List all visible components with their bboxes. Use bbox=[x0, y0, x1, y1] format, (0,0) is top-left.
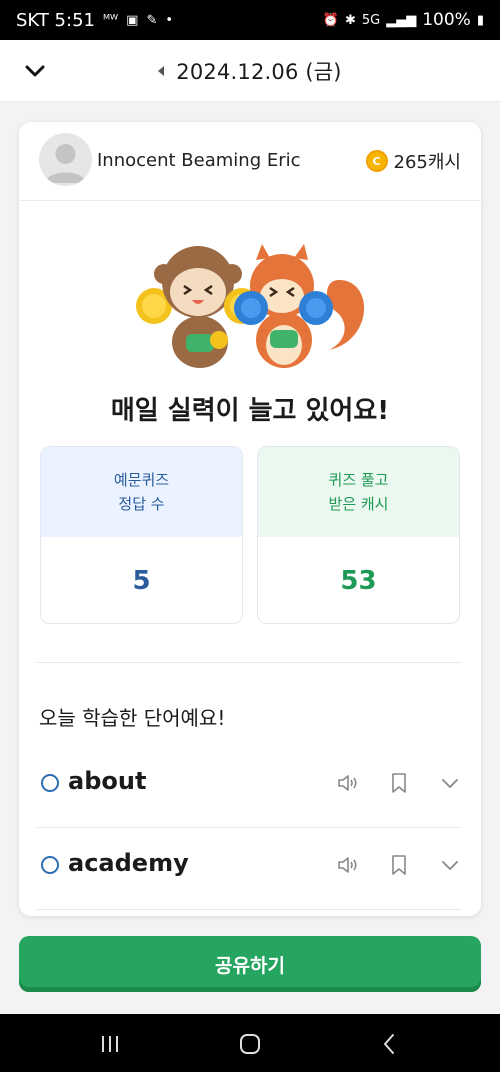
recents-icon[interactable] bbox=[97, 1031, 123, 1057]
section-title: 오늘 학습한 단어예요! bbox=[39, 706, 226, 730]
squirrel-mascot-icon bbox=[234, 244, 365, 368]
bluetooth-icon: ✱ bbox=[344, 12, 356, 28]
section-divider bbox=[37, 662, 461, 663]
alarm-icon: ⏰ bbox=[322, 12, 339, 28]
home-icon[interactable] bbox=[237, 1031, 263, 1057]
bookmark-icon[interactable] bbox=[387, 853, 411, 877]
speaker-icon[interactable] bbox=[336, 853, 360, 877]
stat-label-line1: 예문퀴즈 bbox=[113, 471, 170, 489]
stat-value: 53 bbox=[340, 566, 377, 596]
back-icon[interactable] bbox=[377, 1031, 403, 1057]
stat-label: 퀴즈 풀고 받은 캐시 bbox=[258, 447, 459, 537]
5g-icon: 5G bbox=[361, 12, 381, 28]
chevron-down-icon[interactable] bbox=[438, 771, 462, 795]
headline: 매일 실력이 늘고 있어요! bbox=[110, 396, 390, 426]
battery-icon: ▮ bbox=[476, 12, 484, 28]
result-card: Innocent Beaming Eric C 265캐시 매일 실력이 늘고 … bbox=[19, 122, 481, 916]
word-label: academy bbox=[68, 849, 189, 877]
list-item[interactable]: academy bbox=[19, 827, 481, 909]
cash-balance: C 265캐시 bbox=[365, 148, 461, 174]
circle-status-icon bbox=[41, 856, 59, 874]
battery-text: 100% bbox=[422, 10, 471, 30]
quiz-correct-stat: 예문퀴즈 정답 수 5 bbox=[40, 446, 243, 624]
coin-icon: C bbox=[365, 150, 388, 172]
stat-label: 예문퀴즈 정답 수 bbox=[41, 447, 242, 537]
avatar bbox=[39, 133, 92, 186]
stat-value: 5 bbox=[132, 566, 151, 596]
speaker-icon[interactable] bbox=[336, 771, 360, 795]
stat-label-line2: 정답 수 bbox=[118, 495, 165, 513]
bookmark-icon[interactable] bbox=[387, 771, 411, 795]
dot-icon: • bbox=[165, 12, 174, 28]
date-selector: 2024.12.06 (금) bbox=[0, 40, 500, 102]
card-header: Innocent Beaming Eric C 265캐시 bbox=[19, 122, 481, 201]
word-label: about bbox=[68, 767, 147, 795]
share-button[interactable]: 공유하기 bbox=[19, 936, 481, 992]
system-nav-bar bbox=[0, 1014, 500, 1072]
cash-amount: 265캐시 bbox=[393, 152, 461, 173]
carrier-time: SKT 5:51 bbox=[16, 9, 95, 31]
app-icon: ✎ bbox=[146, 12, 158, 28]
top-nav: 2024.12.06 (금) bbox=[0, 40, 500, 102]
nfc-icon: ᴹᵂ bbox=[102, 12, 119, 28]
row-divider bbox=[37, 909, 461, 910]
list-item[interactable]: about bbox=[19, 745, 481, 827]
screenshot-icon: ▣ bbox=[126, 12, 139, 28]
signal-icon: ▂▄▆ bbox=[386, 12, 417, 28]
earned-cash-stat: 퀴즈 풀고 받은 캐시 53 bbox=[257, 446, 460, 624]
stat-label-line1: 퀴즈 풀고 bbox=[328, 471, 389, 489]
status-bar: SKT 5:51 ᴹᵂ ▣ ✎ • ⏰ ✱ 5G ▂▄▆ 100% ▮ bbox=[0, 0, 500, 40]
user-placeholder-icon bbox=[45, 144, 86, 183]
stat-label-line2: 받은 캐시 bbox=[328, 495, 389, 513]
username: Innocent Beaming Eric bbox=[97, 150, 301, 171]
triangle-left-icon[interactable] bbox=[158, 66, 165, 76]
circle-status-icon bbox=[41, 774, 59, 792]
chevron-down-icon[interactable] bbox=[438, 853, 462, 877]
mascot-cheer-illustration bbox=[136, 244, 365, 368]
date-label: 2024.12.06 (금) bbox=[176, 60, 342, 84]
